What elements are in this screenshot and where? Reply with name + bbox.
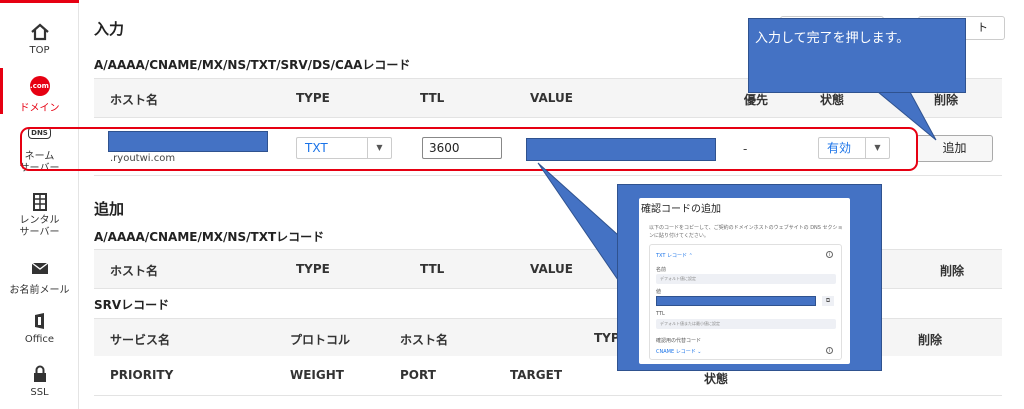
header-type: TYP (594, 331, 620, 345)
ttl-field[interactable]: デフォルト値または最小値に設定 (656, 319, 836, 329)
instruction-callout: 入力して完了を押します。 (748, 18, 966, 93)
sidebar-item-label: Office (24, 334, 55, 345)
alt-code-label: 確認用の代替コード (656, 338, 702, 344)
copy-icon[interactable]: ⧉ (822, 296, 834, 306)
callout-text: 入力して完了を押します。 (755, 31, 910, 46)
value-field-masked[interactable] (656, 296, 816, 306)
server-icon (32, 193, 47, 211)
name-label: 名前 (656, 267, 667, 273)
txt-record-label[interactable]: TXT レコード ⌃ (656, 252, 693, 259)
header-type: TYPE (296, 262, 330, 276)
section-title-input: 入力 (94, 20, 125, 38)
sidebar-item-office[interactable]: Office (0, 311, 79, 345)
header-value: VALUE (530, 91, 573, 105)
header-host: ホスト名 (110, 264, 159, 278)
header-delete: 削除 (918, 333, 943, 347)
verification-dialog: 確認コードの追加 以下のコードをコピーして、ご契約のドメインホストのウェブサイト… (639, 198, 850, 364)
header-host: ホスト名 (110, 93, 159, 107)
section-subtitle-input: A/AAAA/CNAME/MX/NS/TXT/SRV/DS/CAAレコード (94, 58, 411, 72)
header-priority: PRIORITY (110, 368, 174, 382)
highlight-frame (20, 127, 918, 171)
cname-record-label[interactable]: CNAME レコード ⌄ (656, 348, 702, 355)
sidebar-item-label: レンタル サーバー (19, 215, 60, 238)
sidebar-item-top[interactable]: TOP (0, 22, 79, 56)
sidebar-item-rental-server[interactable]: レンタル サーバー (0, 192, 79, 239)
header-weight: WEIGHT (290, 368, 344, 382)
mail-icon (31, 262, 48, 274)
txt-record-card: TXT レコード ⌃ i 名前 デフォルト値に設定 値 ⧉ TTL デフォルト値… (649, 244, 842, 360)
sidebar-item-domain[interactable]: .com ドメイン (0, 68, 79, 114)
name-field[interactable]: デフォルト値に設定 (656, 274, 836, 284)
dialog-title: 確認コードの追加 (641, 204, 721, 215)
sidebar-item-label: SSL (30, 387, 49, 398)
section-title-srv: SRVレコード (94, 298, 170, 312)
lock-icon (33, 365, 46, 382)
header-delete: 削除 (934, 93, 959, 107)
sidebar-item-label: TOP (29, 45, 50, 56)
header-priority: 優先 (744, 93, 769, 107)
header-type: TYPE (296, 91, 330, 105)
header-ttl: TTL (420, 91, 445, 105)
header-service: サービス名 (110, 333, 171, 347)
ttl-label: TTL (656, 311, 665, 317)
info-icon[interactable]: i (826, 347, 833, 354)
home-icon (30, 23, 49, 41)
header-status: 状態 (704, 372, 729, 386)
office-icon (34, 313, 44, 329)
header-delete: 削除 (940, 264, 965, 278)
header-target: TARGET (510, 368, 563, 382)
sidebar-item-label: お名前メール (9, 285, 70, 296)
dotcom-icon: .com (0, 76, 79, 96)
header-host: ホスト名 (400, 333, 449, 347)
section-subtitle-add: A/AAAA/CNAME/MX/NS/TXTレコード (94, 230, 325, 244)
value-label: 値 (656, 289, 662, 295)
header-ttl: TTL (420, 262, 445, 276)
sidebar: TOP .com ドメイン DNS ネーム サーバー レンタル サーバー お名前… (0, 0, 79, 409)
dialog-description: 以下のコードをコピーして、ご契約のドメインホストのウェブサイトの DNS セクシ… (649, 225, 843, 239)
add-button[interactable]: 追加 (916, 135, 993, 162)
sidebar-item-ssl[interactable]: SSL (0, 364, 79, 398)
header-port: PORT (400, 368, 436, 382)
header-status: 状態 (820, 93, 845, 107)
sidebar-item-mail[interactable]: お名前メール (0, 258, 79, 296)
info-icon[interactable]: i (826, 251, 833, 258)
header-protocol: プロトコル (290, 333, 351, 347)
section-title-add: 追加 (94, 200, 125, 218)
sidebar-accent-bar (0, 0, 79, 3)
sidebar-item-label: ドメイン (19, 103, 60, 114)
header-value: VALUE (530, 262, 573, 276)
